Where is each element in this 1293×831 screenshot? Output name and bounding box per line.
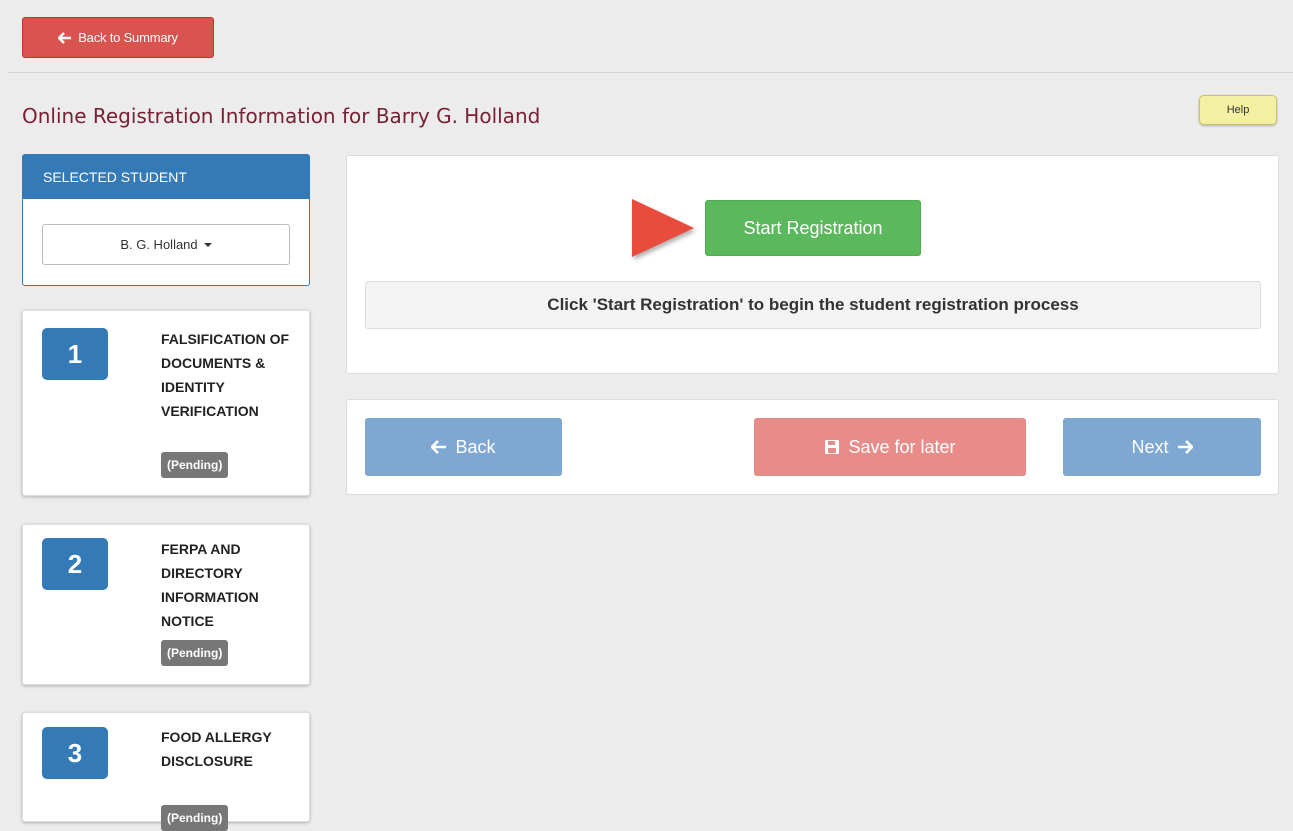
student-name: B. G. Holland — [120, 237, 198, 252]
back-button[interactable]: Back — [365, 418, 562, 476]
step-card-2[interactable]: 2 FERPA AND DIRECTORY INFORMATION NOTICE… — [22, 524, 310, 685]
next-button[interactable]: Next — [1063, 418, 1261, 476]
step-card-1[interactable]: 1 FALSIFICATION OF DOCUMENTS & IDENTITY … — [22, 310, 310, 496]
start-registration-button[interactable]: Start Registration — [705, 200, 921, 256]
status-badge: (Pending) — [161, 805, 229, 831]
instruction-text: Click 'Start Registration' to begin the … — [365, 281, 1261, 329]
selected-student-heading: SELECTED STUDENT — [23, 155, 309, 199]
step-title: FALSIFICATION OF DOCUMENTS & IDENTITY VE… — [161, 331, 290, 419]
back-label: Back — [455, 436, 496, 457]
step-number: 1 — [42, 328, 108, 380]
student-selector-dropdown[interactable]: B. G. Holland — [42, 224, 290, 265]
save-icon — [824, 439, 840, 455]
arrow-left-icon — [431, 440, 447, 454]
help-button[interactable]: Help — [1199, 95, 1277, 125]
save-for-later-button[interactable]: Save for later — [754, 418, 1026, 476]
selected-student-panel: SELECTED STUDENT B. G. Holland — [22, 154, 310, 286]
caret-down-icon — [203, 242, 212, 247]
status-badge: (Pending) — [161, 452, 229, 478]
back-to-summary-button[interactable]: Back to Summary — [22, 17, 214, 58]
back-to-summary-label: Back to Summary — [78, 30, 178, 45]
status-badge: (Pending) — [161, 640, 229, 666]
arrow-left-icon — [58, 31, 72, 44]
next-label: Next — [1131, 436, 1169, 457]
page-title: Online Registration Information for Barr… — [22, 104, 541, 128]
arrow-right-icon — [1177, 440, 1193, 454]
pointer-arrow-icon — [632, 199, 694, 257]
step-number: 2 — [42, 538, 108, 590]
start-registration-panel: Start Registration Click 'Start Registra… — [346, 155, 1279, 374]
step-title: FERPA AND DIRECTORY INFORMATION NOTICE — [161, 541, 259, 629]
step-title: FOOD ALLERGY DISCLOSURE — [161, 729, 272, 769]
top-bar: Back to Summary — [8, 0, 1293, 73]
step-number: 3 — [42, 727, 108, 779]
step-card-3[interactable]: 3 FOOD ALLERGY DISCLOSURE (Pending) — [22, 712, 310, 831]
navigation-panel: Back Save for later Next — [346, 399, 1279, 495]
save-label: Save for later — [848, 436, 956, 457]
